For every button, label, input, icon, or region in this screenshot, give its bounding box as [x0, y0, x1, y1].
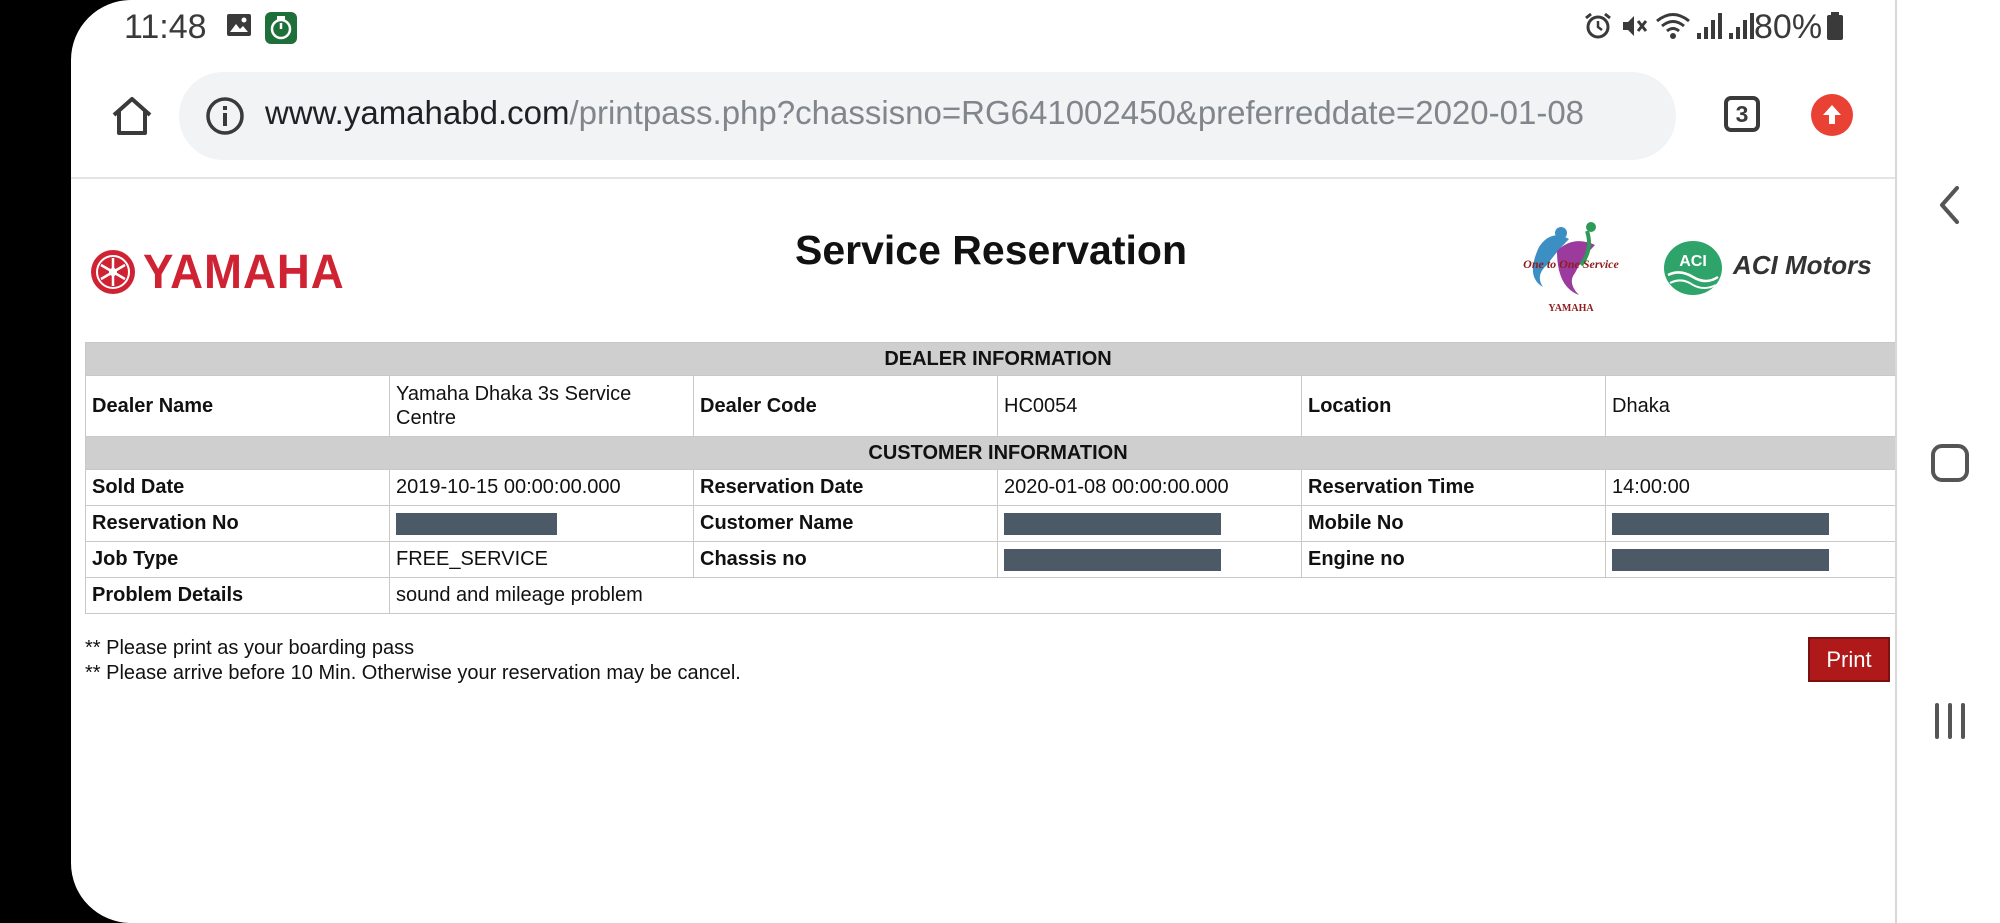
job-type-value: FREE_SERVICE [389, 541, 694, 578]
arrow-up-icon [1823, 105, 1841, 124]
job-type-label: Job Type [85, 541, 390, 578]
reservation-no-value [389, 505, 694, 542]
mobile-no-value [1604, 505, 1895, 542]
one-to-one-yamaha-text: YAMAHA [1548, 303, 1594, 313]
gallery-icon [227, 14, 251, 36]
browser-update-button[interactable] [1811, 94, 1853, 136]
chassis-no-label: Chassis no [693, 541, 998, 578]
phone-screen: 11:48 80% www.yamahabd.com/printpass.php… [71, 0, 1895, 923]
wifi-icon [1656, 13, 1690, 39]
alarm-icon [1585, 12, 1611, 39]
customer-name-label: Customer Name [693, 505, 998, 542]
home-icon [112, 97, 152, 135]
table-row: Job Type FREE_SERVICE Chassis no Engine … [85, 541, 1895, 578]
aci-motors-logo-text: ACI Motors [1733, 250, 1872, 280]
status-clock: 11:48 [124, 8, 207, 46]
customer-name-value [997, 505, 1302, 542]
dealer-section-header: DEALER INFORMATION [84, 342, 1895, 376]
location-value: Dhaka [1604, 375, 1895, 437]
note-line: ** Please print as your boarding pass [85, 637, 415, 659]
url-domain: www.yamahabd.com [265, 94, 570, 131]
battery-icon [1827, 12, 1843, 40]
battery-percentage: 80% [1754, 8, 1823, 46]
app-notification-icon [265, 12, 297, 44]
one-to-one-service-logo: One to One Service YAMAHA [1523, 222, 1619, 313]
dealer-name-label: Dealer Name [85, 375, 390, 437]
aci-emblem: ACI [1664, 241, 1722, 295]
chassis-no-value [997, 541, 1302, 578]
nav-back-button[interactable] [1897, 170, 2000, 240]
aci-badge-text: ACI [1679, 253, 1707, 270]
redaction-block [396, 512, 557, 535]
back-icon [1939, 186, 1959, 224]
customer-section-header: CUSTOMER INFORMATION [84, 436, 1895, 470]
browser-toolbar: www.yamahabd.com/printpass.php?chassisno… [71, 55, 1895, 179]
dealer-section-title: DEALER INFORMATION [84, 342, 1895, 376]
status-bar: 11:48 80% [71, 0, 1895, 55]
table-row: Reservation No Customer Name Mobile No [85, 505, 1895, 542]
web-page: YAMAHA Service Reservation One to One Se… [71, 181, 1895, 923]
customer-section-title: CUSTOMER INFORMATION [84, 436, 1895, 470]
recent-apps-icon [1934, 703, 1965, 739]
sold-date-value: 2019-10-15 00:00:00.000 [389, 469, 694, 506]
nav-home-button[interactable] [1897, 428, 2000, 498]
table-row: Dealer Name Yamaha Dhaka 3s Service Cent… [85, 375, 1895, 437]
sold-date-label: Sold Date [85, 469, 390, 506]
notes: ** Please print as your boarding pass **… [85, 636, 741, 686]
redaction-block [1612, 548, 1829, 571]
mobile-no-label: Mobile No [1301, 505, 1606, 542]
table-row: Problem Details sound and mileage proble… [85, 577, 1895, 614]
location-label: Location [1301, 375, 1606, 437]
dealer-name-value: Yamaha Dhaka 3s Service Centre [389, 375, 694, 437]
reservation-time-value: 14:00:00 [1604, 469, 1895, 506]
mute-icon [1623, 16, 1648, 36]
tab-switcher-button[interactable]: 3 [1724, 96, 1760, 132]
browser-home-button[interactable] [101, 85, 163, 147]
reservation-no-label: Reservation No [85, 505, 390, 542]
reservation-date-label: Reservation Date [693, 469, 998, 506]
problem-details-value: sound and mileage problem [388, 577, 1895, 614]
engine-no-value [1604, 541, 1895, 578]
android-nav-bar [1895, 0, 2000, 923]
dealer-code-label: Dealer Code [693, 375, 998, 437]
nav-recent-apps-button[interactable] [1897, 686, 2000, 756]
address-bar[interactable]: www.yamahabd.com/printpass.php?chassisno… [179, 72, 1676, 160]
dealer-code-value: HC0054 [997, 375, 1302, 437]
url-text[interactable]: www.yamahabd.com/printpass.php?chassisno… [265, 94, 1584, 132]
engine-no-label: Engine no [1301, 541, 1606, 578]
reservation-time-label: Reservation Time [1301, 469, 1606, 506]
redaction-block [1004, 512, 1221, 535]
home-icon [1930, 444, 1969, 482]
signal-icon [1697, 13, 1722, 39]
redaction-block [1612, 512, 1829, 535]
note-line: ** Please arrive before 10 Min. Otherwis… [85, 662, 741, 684]
one-to-one-service-text: One to One Service [1523, 257, 1619, 271]
reservation-table: DEALER INFORMATION Dealer Name Yamaha Dh… [84, 342, 1895, 614]
info-icon[interactable] [205, 96, 245, 136]
print-button[interactable]: Print [1808, 637, 1890, 682]
redaction-block [1004, 548, 1221, 571]
url-path: /printpass.php?chassisno=RG641002450&pre… [569, 94, 1585, 131]
signal-icon [1729, 13, 1754, 39]
problem-details-label: Problem Details [85, 577, 390, 614]
table-row: Sold Date 2019-10-15 00:00:00.000 Reserv… [85, 469, 1895, 506]
reservation-date-value: 2020-01-08 00:00:00.000 [997, 469, 1302, 506]
